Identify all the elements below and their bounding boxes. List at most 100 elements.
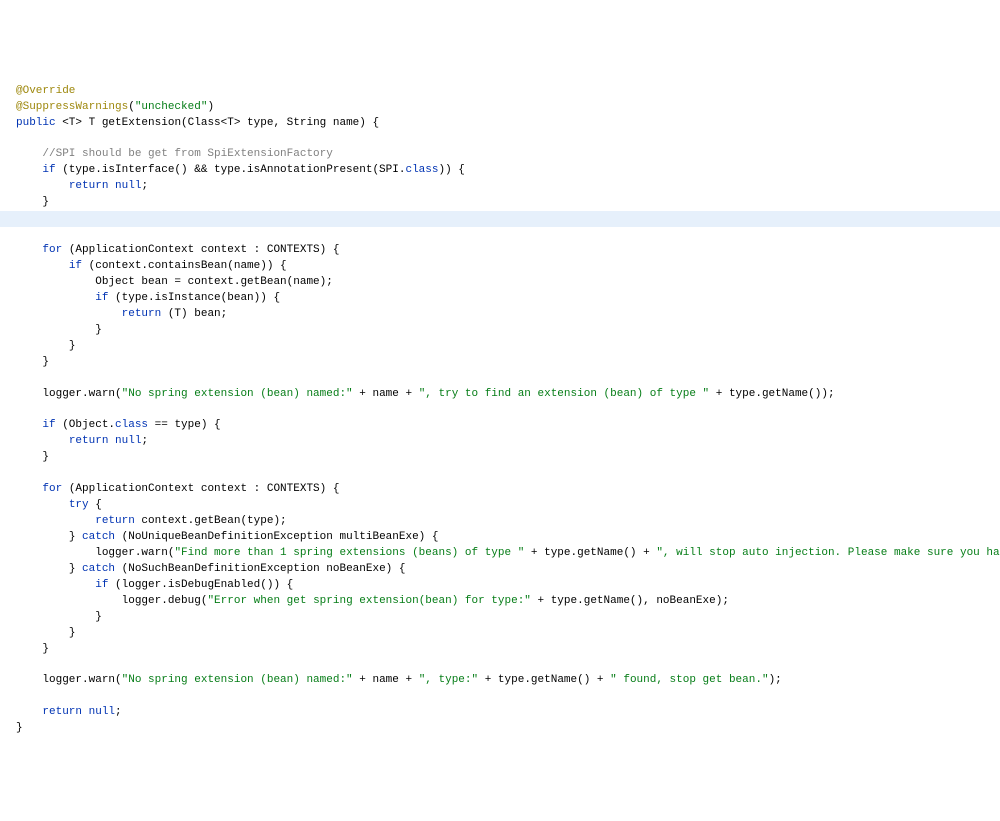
brace: } — [95, 324, 102, 336]
brace: } — [69, 531, 82, 543]
condition: (ApplicationContext context : CONTEXTS) … — [62, 483, 339, 495]
tail: == type) { — [148, 419, 221, 431]
brace: } — [69, 340, 76, 352]
call: logger.warn( — [42, 388, 121, 400]
code-line: @Override — [0, 85, 91, 97]
code-line: } — [0, 643, 65, 655]
signature: (Class<T> type, String name) { — [181, 117, 379, 129]
code-line — [0, 133, 39, 145]
code-line: logger.warn("No spring extension (bean) … — [0, 674, 798, 686]
condition: (type.isInstance(bean)) { — [108, 292, 280, 304]
code-line: try { — [0, 499, 118, 511]
code-line: for (ApplicationContext context : CONTEX… — [0, 483, 355, 495]
code-line: @SuppressWarnings("unchecked") — [0, 101, 230, 113]
concat: + type.getName() + — [524, 547, 656, 559]
keyword: for — [42, 244, 62, 256]
string-literal: "No spring extension (bean) named:" — [122, 674, 353, 686]
condition: (context.containsBean(name)) { — [82, 260, 287, 272]
generic: <T> T — [56, 117, 102, 129]
keyword: return null — [69, 435, 142, 447]
code-line: return context.getBean(type); — [0, 515, 303, 527]
keyword: return — [122, 308, 162, 320]
code-line: logger.warn("No spring extension (bean) … — [0, 388, 851, 400]
statement: Object bean = context.getBean(name); — [95, 276, 333, 288]
keyword: return null — [69, 180, 142, 192]
keyword: if — [69, 260, 82, 272]
code-line: } — [0, 356, 65, 368]
comment: //SPI should be get from SpiExtensionFac… — [42, 148, 332, 160]
call: logger.debug( — [122, 595, 208, 607]
keyword: catch — [82, 531, 115, 543]
condition: (logger.isDebugEnabled()) { — [108, 579, 293, 591]
concat: + name + — [353, 674, 419, 686]
brace: } — [16, 722, 23, 734]
code-line: } catch (NoUniqueBeanDefinitionException… — [0, 531, 454, 543]
concat: + name + — [353, 388, 419, 400]
string-literal: "Find more than 1 spring extensions (bea… — [174, 547, 524, 559]
string-literal: "No spring extension (bean) named:" — [122, 388, 353, 400]
code-line: logger.debug("Error when get spring exte… — [0, 595, 745, 607]
tail: )) { — [438, 164, 464, 176]
code-line: } — [0, 722, 39, 734]
code-line: return null; — [0, 706, 138, 718]
code-line: if (type.isInstance(bean)) { — [0, 292, 296, 304]
brace: } — [42, 451, 49, 463]
keyword: try — [69, 499, 89, 511]
tail: (T) bean; — [161, 308, 227, 320]
code-line: if (logger.isDebugEnabled()) { — [0, 579, 309, 591]
code-line-highlighted — [0, 211, 1000, 227]
string-literal: "Error when get spring extension(bean) f… — [207, 595, 530, 607]
tail: ); — [769, 674, 782, 686]
code-line: } — [0, 196, 65, 208]
code-line: } — [0, 627, 91, 639]
tail: + type.getName()); — [709, 388, 834, 400]
code-line — [0, 403, 39, 415]
tail: { — [89, 499, 102, 511]
code-line: } — [0, 340, 91, 352]
code-line: } — [0, 451, 65, 463]
keyword: if — [42, 164, 55, 176]
annotation: @SuppressWarnings — [16, 101, 128, 113]
tail: ; — [141, 435, 148, 447]
string-literal: "unchecked" — [135, 101, 208, 113]
tail: + type.getName(), noBeanExe); — [531, 595, 729, 607]
code-line — [0, 690, 39, 702]
keyword: if — [95, 579, 108, 591]
string-literal: ", will stop auto injection. Please make… — [656, 547, 1000, 559]
call: logger.warn( — [42, 674, 121, 686]
condition: (ApplicationContext context : CONTEXTS) … — [62, 244, 339, 256]
concat: + type.getName() + — [478, 674, 610, 686]
code-line — [0, 467, 39, 479]
code-line: if (type.isInterface() && type.isAnnotat… — [0, 164, 481, 176]
code-line: return null; — [0, 435, 164, 447]
catch-clause: (NoUniqueBeanDefinitionException multiBe… — [115, 531, 438, 543]
code-line: } — [0, 324, 118, 336]
brace: } — [42, 356, 49, 368]
code-line: if (context.containsBean(name)) { — [0, 260, 303, 272]
call: logger.warn( — [95, 547, 174, 559]
condition: (type.isInterface() && type.isAnnotation… — [56, 164, 406, 176]
code-line: public <T> T getExtension(Class<T> type,… — [0, 117, 395, 129]
condition: (Object. — [56, 419, 115, 431]
keyword: class — [115, 419, 148, 431]
code-line: if (Object.class == type) { — [0, 419, 237, 431]
code-line: Object bean = context.getBean(name); — [0, 276, 349, 288]
code-line: return null; — [0, 180, 164, 192]
code-line: } — [0, 611, 118, 623]
brace: } — [69, 627, 76, 639]
annotation: @Override — [16, 85, 75, 97]
brace: } — [42, 643, 49, 655]
code-line: //SPI should be get from SpiExtensionFac… — [0, 148, 349, 160]
string-literal: " found, stop get bean." — [610, 674, 768, 686]
keyword: for — [42, 483, 62, 495]
string-literal: ", type:" — [419, 674, 478, 686]
tail: context.getBean(type); — [135, 515, 287, 527]
keyword: return null — [42, 706, 115, 718]
keyword: if — [95, 292, 108, 304]
keyword: return — [95, 515, 135, 527]
brace: } — [42, 196, 49, 208]
code-line: for (ApplicationContext context : CONTEX… — [0, 244, 355, 256]
keyword: if — [42, 419, 55, 431]
code-editor: @Override @SuppressWarnings("unchecked")… — [0, 68, 1000, 737]
tail: ; — [141, 180, 148, 192]
